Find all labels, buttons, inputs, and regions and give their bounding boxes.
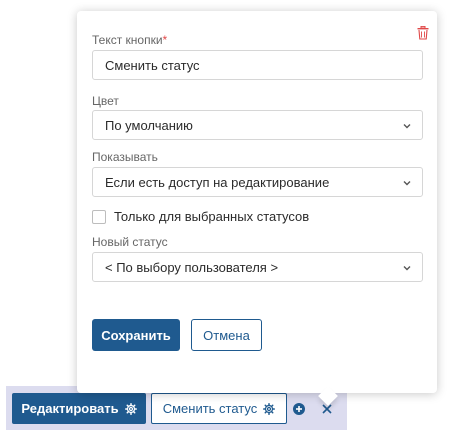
chevron-down-icon	[403, 266, 411, 271]
chevron-down-icon	[403, 124, 411, 129]
plus-circle-icon[interactable]	[292, 402, 306, 416]
chevron-down-icon	[403, 181, 411, 186]
color-select-value: По умолчанию	[105, 117, 193, 133]
show-label: Показывать	[92, 150, 158, 164]
stage: Редактировать Сменить статус Текст кнопк…	[0, 0, 450, 432]
edit-button-label: Редактировать	[21, 401, 119, 416]
only-selected-statuses-row: Только для выбранных статусов	[92, 209, 309, 224]
change-status-button[interactable]: Сменить статус	[151, 393, 287, 424]
only-selected-statuses-label: Только для выбранных статусов	[114, 209, 310, 224]
new-status-select-value: < По выбору пользователя >	[105, 259, 279, 275]
only-selected-statuses-checkbox[interactable]	[92, 209, 106, 224]
color-label: Цвет	[92, 94, 119, 108]
new-status-select[interactable]: < По выбору пользователя >	[92, 252, 423, 282]
show-select[interactable]: Если есть доступ на редактирование	[92, 167, 423, 197]
gear-icon	[124, 402, 137, 415]
cancel-button[interactable]: Отмена	[191, 319, 262, 351]
save-button[interactable]: Сохранить	[92, 319, 180, 351]
trash-icon[interactable]	[417, 25, 429, 40]
new-status-label: Новый статус	[92, 235, 168, 249]
gear-icon	[263, 402, 276, 415]
button-text-input[interactable]	[92, 50, 423, 80]
edit-button[interactable]: Редактировать	[12, 393, 146, 424]
change-status-button-label: Сменить статус	[162, 401, 258, 416]
button-settings-popover: Текст кнопки* Цвет По умолчанию Показыва…	[77, 11, 437, 406]
color-select[interactable]: По умолчанию	[92, 110, 423, 140]
show-select-value: Если есть доступ на редактирование	[105, 174, 330, 190]
button-text-label: Текст кнопки*	[92, 33, 168, 47]
required-mark: *	[162, 33, 168, 47]
